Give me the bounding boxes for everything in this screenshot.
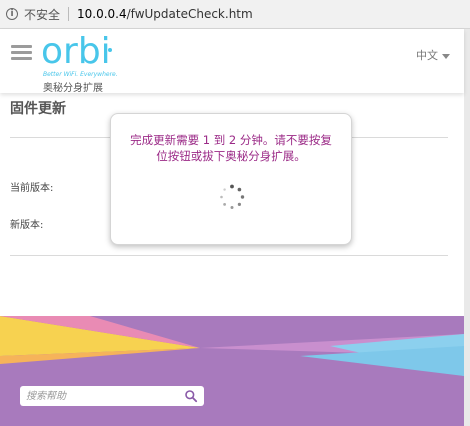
chevron-down-icon bbox=[442, 53, 450, 59]
orbi-logo[interactable]: orbi bbox=[41, 31, 111, 72]
logo-dot bbox=[108, 48, 112, 52]
menu-icon[interactable] bbox=[11, 45, 32, 61]
help-search-input[interactable] bbox=[26, 388, 176, 404]
address-bar[interactable]: i 不安全 10.0.0.4/fwUpdateCheck.htm bbox=[0, 0, 470, 29]
url-text[interactable]: 10.0.0.4/fwUpdateCheck.htm bbox=[77, 7, 253, 21]
loading-spinner-icon bbox=[220, 184, 245, 209]
product-name: 奥秘分身扩展 bbox=[43, 83, 103, 94]
security-label: 不安全 bbox=[24, 7, 61, 22]
scrollbar[interactable] bbox=[464, 29, 470, 426]
info-icon[interactable]: i bbox=[6, 8, 18, 20]
address-separator bbox=[68, 7, 70, 21]
search-icon[interactable] bbox=[184, 389, 198, 403]
url-host: 10.0.0.4 bbox=[77, 7, 127, 21]
footer-graphic bbox=[0, 316, 464, 376]
update-message: 完成更新需要 1 到 2 分钟。请不要按复位按钮或拔下奥秘分身扩展。 bbox=[130, 133, 332, 163]
help-search-box[interactable] bbox=[20, 386, 204, 406]
footer bbox=[0, 316, 464, 426]
page-title: 固件更新 bbox=[10, 101, 66, 117]
language-select[interactable]: 中文 bbox=[416, 47, 450, 63]
tagline: Better WiFi. Everywhere. bbox=[43, 71, 118, 78]
new-version-label: 新版本: bbox=[10, 220, 44, 231]
language-label: 中文 bbox=[416, 49, 438, 62]
update-progress-dialog: 完成更新需要 1 到 2 分钟。请不要按复位按钮或拔下奥秘分身扩展。 bbox=[110, 113, 352, 245]
url-path: /fwUpdateCheck.htm bbox=[126, 7, 253, 21]
current-version-label: 当前版本: bbox=[10, 183, 54, 194]
divider bbox=[10, 255, 448, 256]
page-header: orbi Better WiFi. Everywhere. 奥秘分身扩展 中文 bbox=[0, 29, 464, 94]
